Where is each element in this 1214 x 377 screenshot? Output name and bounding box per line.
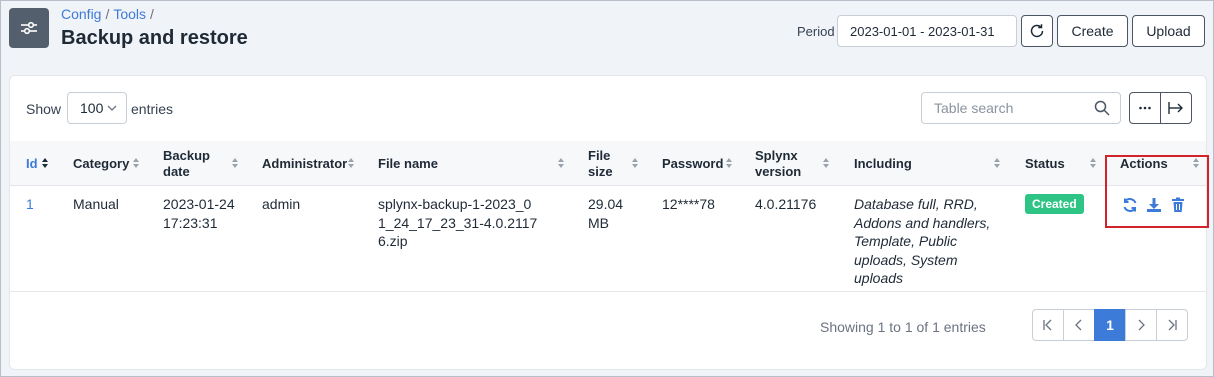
column-header-category[interactable]: Category bbox=[73, 141, 143, 186]
create-button[interactable]: Create bbox=[1057, 15, 1128, 47]
cell-including: Database full, RRD, Addons and handlers,… bbox=[854, 196, 991, 286]
sort-icon bbox=[632, 158, 638, 168]
sort-icon bbox=[1090, 158, 1096, 168]
first-page-icon bbox=[1043, 319, 1052, 331]
page-title: Backup and restore bbox=[61, 27, 248, 49]
chevron-right-icon bbox=[1138, 319, 1145, 331]
period-date-range-input[interactable]: 2023-01-01 - 2023-01-31 bbox=[837, 15, 1017, 47]
upload-button[interactable]: Upload bbox=[1132, 15, 1205, 47]
cell-administrator: admin bbox=[262, 196, 301, 212]
search-placeholder: Table search bbox=[934, 100, 1014, 116]
period-label: Period bbox=[797, 24, 835, 39]
column-toggle-button[interactable] bbox=[1160, 92, 1192, 124]
column-label: Splynx version bbox=[755, 147, 802, 179]
column-header-file-name[interactable]: File name bbox=[378, 141, 568, 186]
page-size-select[interactable]: 100 bbox=[67, 92, 127, 124]
pagination: 1 bbox=[1032, 309, 1188, 341]
table-search-input[interactable]: Table search bbox=[921, 92, 1121, 124]
sort-icon bbox=[726, 158, 732, 168]
sort-icon bbox=[133, 158, 139, 168]
breadcrumb-tools[interactable]: Tools bbox=[113, 6, 146, 22]
column-header-including[interactable]: Including bbox=[854, 141, 1004, 186]
cell-password: 12****78 bbox=[662, 196, 715, 212]
column-header-file-size[interactable]: File size bbox=[588, 141, 643, 186]
previous-page-button[interactable] bbox=[1063, 309, 1095, 341]
column-header-status[interactable]: Status bbox=[1025, 141, 1100, 186]
backups-table-card: Show 100 entries Table search Id Categor… bbox=[9, 75, 1209, 370]
column-label: Status bbox=[1025, 155, 1065, 171]
entries-label: entries bbox=[131, 101, 174, 117]
table-row[interactable]: 1 Manual 2023-01-24 17:23:31 admin splyn… bbox=[10, 186, 1206, 292]
page-header: Config / Tools / Backup and restore Period … bbox=[1, 1, 1213, 71]
pagination-info: Showing 1 to 1 of 1 entries bbox=[820, 319, 986, 335]
breadcrumb: Config / Tools / bbox=[61, 6, 158, 22]
last-page-icon bbox=[1168, 319, 1177, 331]
search-icon bbox=[1094, 100, 1110, 116]
column-header-backup-date[interactable]: Backup date bbox=[163, 141, 243, 186]
column-header-administrator[interactable]: Administrator bbox=[262, 141, 362, 186]
actions-highlight-box bbox=[1105, 155, 1209, 228]
sort-icon bbox=[558, 158, 564, 168]
page-size-value: 100 bbox=[80, 100, 104, 116]
column-label: File size bbox=[588, 147, 613, 179]
column-label: Administrator bbox=[262, 155, 348, 171]
show-label: Show bbox=[26, 101, 62, 117]
column-label: Backup date bbox=[163, 147, 210, 179]
last-page-button[interactable] bbox=[1156, 309, 1188, 341]
column-label: Id bbox=[26, 155, 38, 171]
cell-splynx-version: 4.0.21176 bbox=[755, 196, 817, 212]
column-label: Including bbox=[854, 155, 912, 171]
column-header-password[interactable]: Password bbox=[662, 141, 742, 186]
cell-file-size: 29.04 MB bbox=[588, 196, 624, 231]
more-horizontal-icon bbox=[1139, 106, 1151, 110]
cell-file-name: splynx-backup-1-2023_01_24_17_23_31-4.0.… bbox=[378, 196, 538, 249]
cell-category: Manual bbox=[73, 196, 119, 212]
breadcrumb-separator: / bbox=[105, 6, 110, 22]
breadcrumb-separator: / bbox=[150, 6, 154, 22]
table-header: Id Category Backup date Administrator Fi… bbox=[10, 141, 1206, 186]
next-page-button[interactable] bbox=[1125, 309, 1157, 341]
chevron-left-icon bbox=[1075, 319, 1082, 331]
sort-icon bbox=[232, 158, 238, 168]
sort-icon bbox=[348, 158, 354, 168]
first-page-button[interactable] bbox=[1032, 309, 1064, 341]
cell-backup-date: 2023-01-24 17:23:31 bbox=[163, 196, 235, 231]
chevron-down-icon bbox=[107, 105, 117, 111]
column-label: File name bbox=[378, 155, 438, 171]
status-badge: Created bbox=[1025, 194, 1084, 214]
cell-id[interactable]: 1 bbox=[26, 195, 34, 214]
column-label: Category bbox=[73, 155, 130, 171]
refresh-button[interactable] bbox=[1021, 15, 1053, 47]
column-header-id[interactable]: Id bbox=[26, 141, 56, 186]
more-options-button[interactable] bbox=[1129, 92, 1161, 124]
refresh-icon bbox=[1030, 24, 1044, 38]
page-button-current[interactable]: 1 bbox=[1094, 309, 1126, 341]
sort-icon bbox=[823, 158, 829, 168]
breadcrumb-config[interactable]: Config bbox=[61, 6, 101, 22]
column-header-splynx-version[interactable]: Splynx version bbox=[755, 141, 835, 186]
sort-icon bbox=[42, 158, 48, 168]
sort-icon bbox=[994, 158, 1000, 168]
arrow-to-right-icon bbox=[1168, 102, 1183, 114]
config-tools-icon[interactable] bbox=[9, 8, 49, 48]
column-label: Password bbox=[662, 155, 724, 171]
